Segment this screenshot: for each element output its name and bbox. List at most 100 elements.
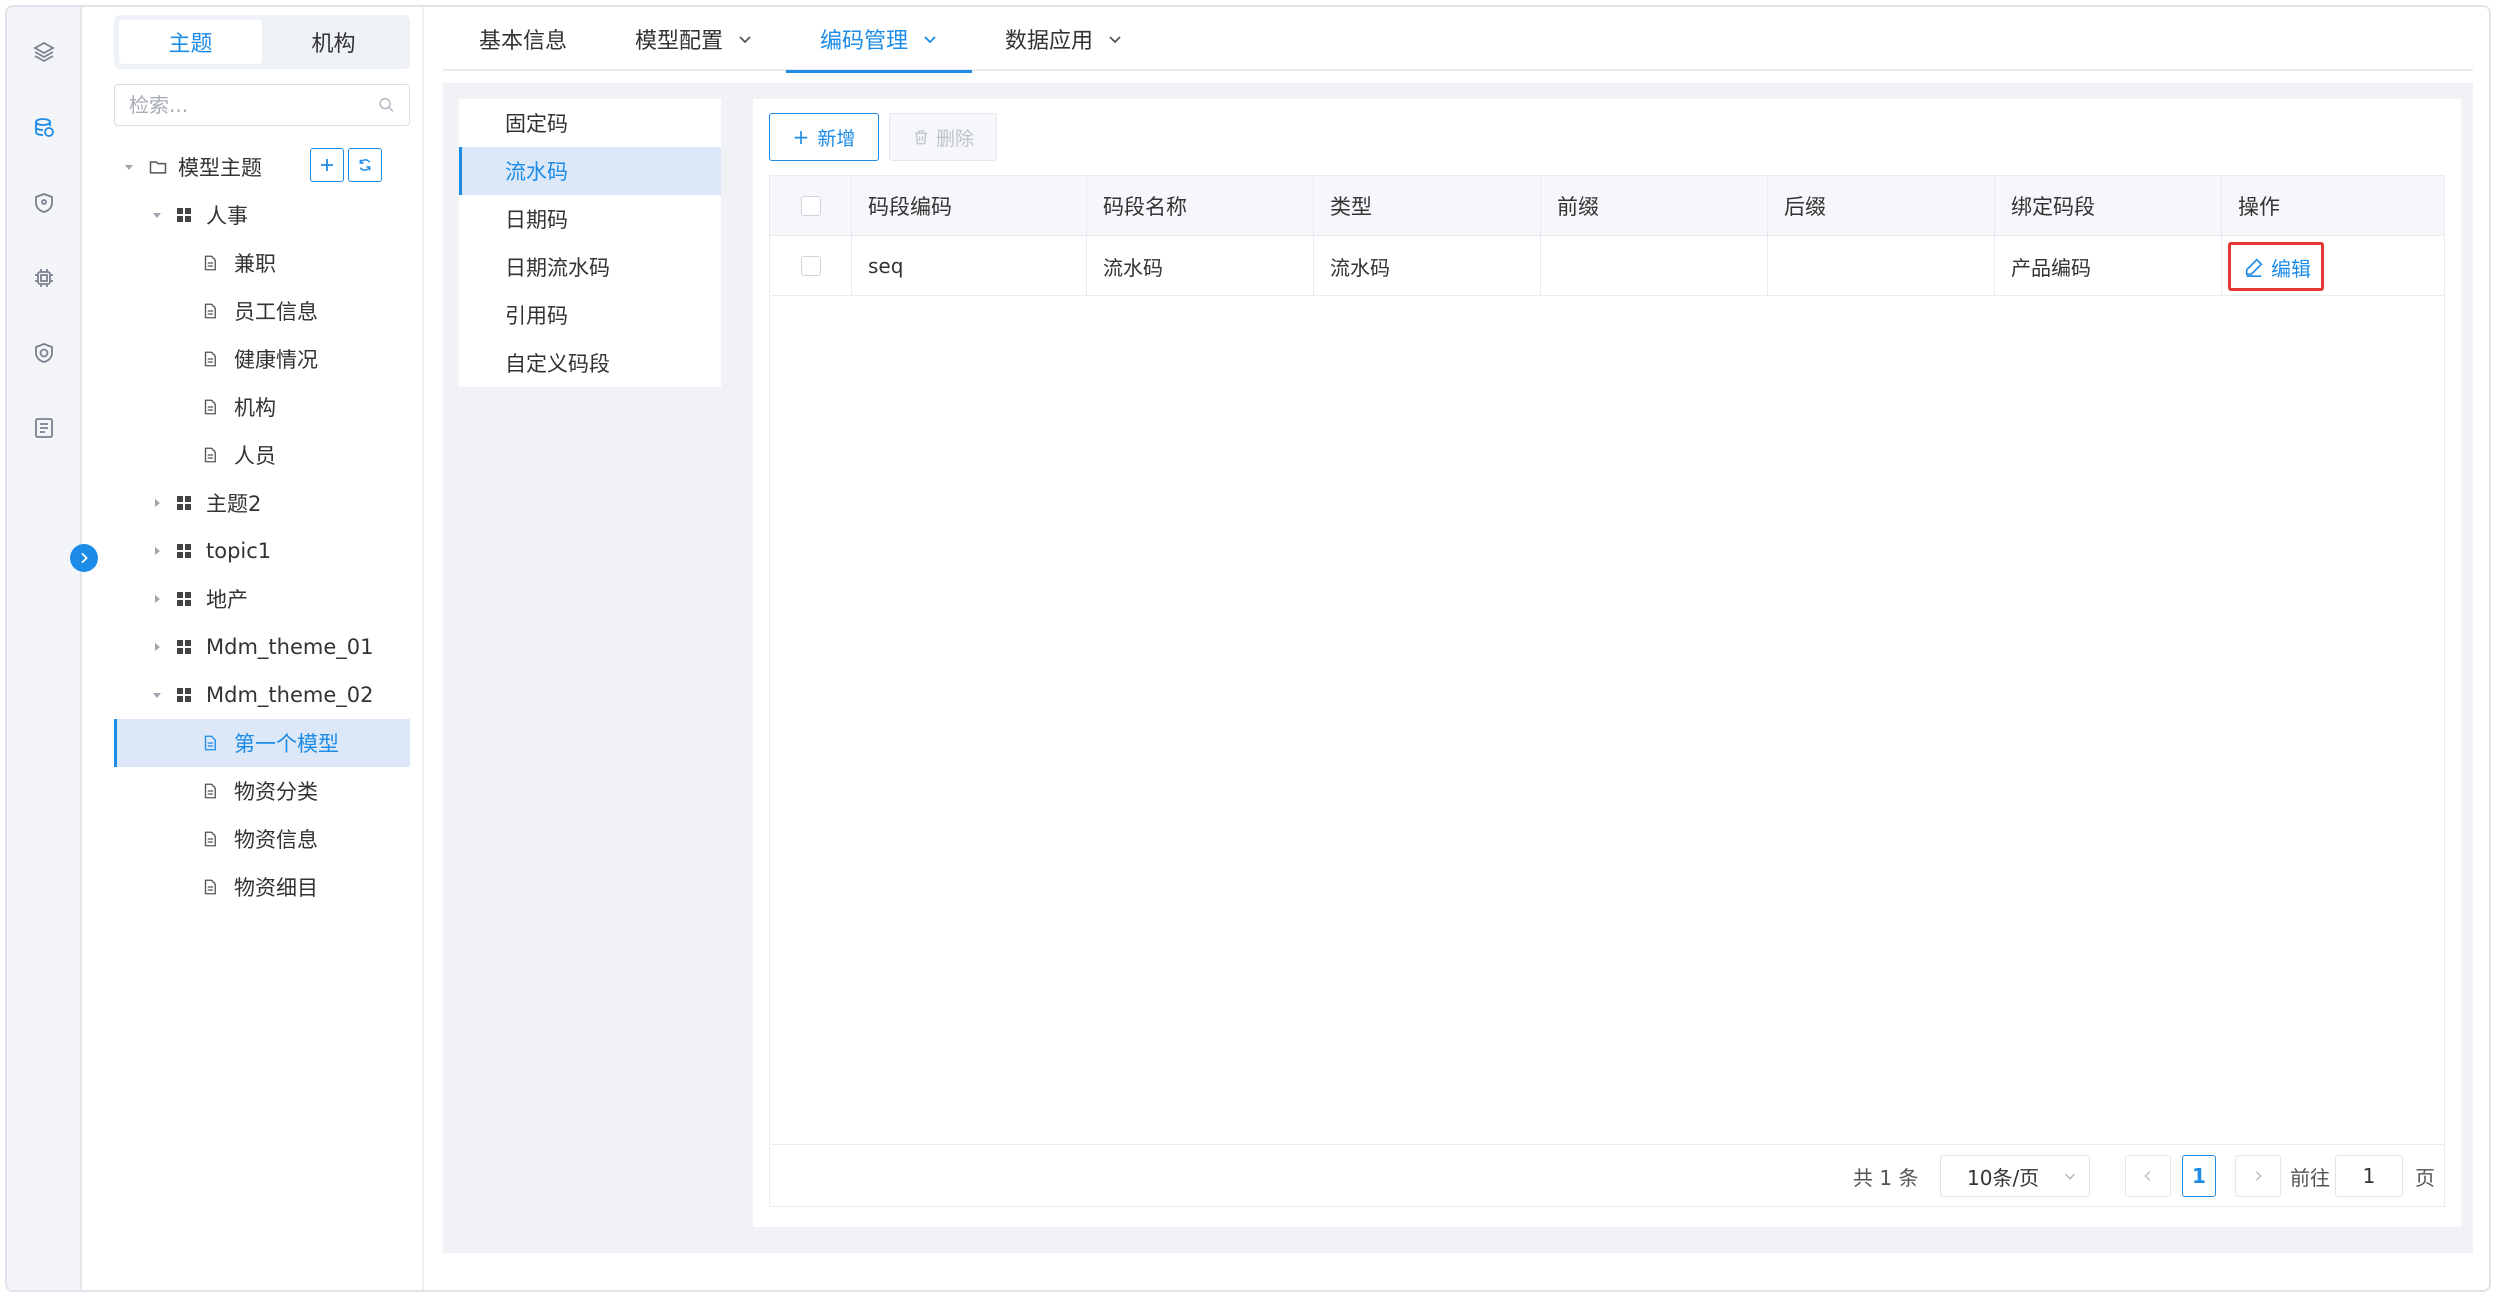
tab-data-application[interactable]: 数据应用 [1005,7,1123,71]
goto-label: 前往 [2290,1165,2330,1190]
icon-rail [7,7,82,1290]
tree-leaf-label: 物资信息 [234,828,318,852]
tree-leaf[interactable]: 人员 [114,431,410,479]
column-header: 码段名称 [1087,176,1314,236]
segment-org[interactable]: 机构 [262,20,405,64]
tab-basic-info[interactable]: 基本信息 [479,7,567,71]
tree-root-label: 模型主题 [178,156,262,180]
select-all-checkbox[interactable] [800,196,821,216]
caret-right-icon[interactable] [150,496,164,510]
document-icon [200,829,220,849]
tree-node-theme[interactable]: Mdm_theme_02 [114,671,410,719]
chip-icon[interactable] [29,263,59,293]
tree-root[interactable]: 模型主题 [114,143,410,191]
tree-panel: 主题 机构 模型主题 人事 兼职 [84,7,424,1290]
tab-model-config[interactable]: 模型配置 [635,7,753,71]
tree-leaf[interactable]: 机构 [114,383,410,431]
add-button[interactable]: + 新增 [769,113,879,161]
document-icon [200,397,220,417]
menu-item-date-sequence-code[interactable]: 日期流水码 [459,243,721,291]
delete-button[interactable]: 删除 [889,113,997,161]
tree-leaf[interactable]: 物资细目 [114,863,410,911]
tree-node-label: Mdm_theme_01 [206,635,374,659]
folder-icon [148,157,168,177]
tree-node-label: 主题2 [206,492,262,516]
tab-label: 基本信息 [479,29,568,54]
row-checkbox[interactable] [800,256,821,276]
tab-code-management[interactable]: 编码管理 [786,7,972,73]
add-node-button[interactable] [310,148,344,182]
search-input[interactable] [129,93,378,117]
code-list-card: + 新增 删除 码段编码 码段名称 类型 前缀 后缀 绑定码段 操作 seq 流… [753,99,2461,1227]
tree-leaf-label: 员工信息 [234,300,318,324]
tree-leaf-label: 第一个模型 [234,732,339,756]
column-header: 前缀 [1541,176,1768,236]
grid-icon [174,685,194,705]
menu-item-sequence-code[interactable]: 流水码 [459,147,721,195]
layers-icon[interactable] [29,37,59,67]
document-icon [200,733,220,753]
menu-item-reference-code[interactable]: 引用码 [459,291,721,339]
caret-right-icon[interactable] [150,544,164,558]
database-icon[interactable] [29,113,59,143]
security-badge-icon[interactable] [29,338,59,368]
chevron-down-icon [1109,36,1121,44]
document-list-icon[interactable] [29,413,59,443]
search-icon [379,97,394,112]
tree-leaf-label: 物资细目 [234,876,318,900]
tree-leaf[interactable]: 物资信息 [114,815,410,863]
document-icon [200,877,220,897]
top-tabs: 基本信息 模型配置 编码管理 数据应用 [443,7,2473,73]
chevron-down-icon [924,36,936,44]
page-number-current[interactable]: 1 [2182,1155,2216,1197]
active-tab-underline [786,70,972,73]
tree-leaf-selected[interactable]: 第一个模型 [114,719,410,767]
tree-node-theme[interactable]: 主题2 [114,479,410,527]
cell-bound-segment: 产品编码 [1995,236,2222,296]
caret-down-icon[interactable] [122,160,136,174]
delete-button-label: 删除 [935,127,974,150]
grid-icon [174,541,194,561]
tree-leaf-label: 健康情况 [234,348,318,372]
page-size-select[interactable]: 10条/页 [1940,1155,2090,1197]
tree-node-theme[interactable]: Mdm_theme_01 [114,623,410,671]
segment-theme[interactable]: 主题 [119,20,262,64]
tree-node-theme[interactable]: 地产 [114,575,410,623]
document-icon [200,445,220,465]
content-area: 固定码 流水码 日期码 日期流水码 引用码 自定义码段 + 新增 删除 码段编码… [443,83,2473,1253]
tree-leaf[interactable]: 健康情况 [114,335,410,383]
tree-leaf-label: 机构 [234,396,276,420]
goto-page-input[interactable] [2335,1155,2403,1197]
chevron-down-icon [739,36,751,44]
tree-node-theme[interactable]: 人事 [114,191,410,239]
tab-label: 数据应用 [1005,29,1094,54]
code-table: 码段编码 码段名称 类型 前缀 后缀 绑定码段 操作 seq 流水码 流水码 产… [769,175,2445,1207]
expand-sidebar-button[interactable] [70,544,98,572]
tree-node-label: 地产 [206,588,248,612]
next-page-button[interactable] [2235,1155,2281,1197]
cell-prefix [1541,236,1768,296]
prev-page-button[interactable] [2125,1155,2171,1197]
document-icon [200,301,220,321]
tree-leaf[interactable]: 物资分类 [114,767,410,815]
refresh-tree-button[interactable] [348,148,382,182]
menu-item-fixed-code[interactable]: 固定码 [459,99,721,147]
chevron-down-icon [2065,1173,2075,1180]
caret-down-icon[interactable] [150,208,164,222]
menu-item-custom-segment[interactable]: 自定义码段 [459,339,721,387]
edit-button[interactable]: 编辑 [2228,241,2324,291]
code-type-menu: 固定码 流水码 日期码 日期流水码 引用码 自定义码段 [459,99,721,387]
tree-leaf[interactable]: 员工信息 [114,287,410,335]
add-button-label: 新增 [817,127,856,150]
document-icon [200,253,220,273]
menu-item-date-code[interactable]: 日期码 [459,195,721,243]
caret-right-icon[interactable] [150,640,164,654]
tree-leaf[interactable]: 兼职 [114,239,410,287]
header-checkbox-cell [770,176,852,236]
caret-right-icon[interactable] [150,592,164,606]
caret-down-icon[interactable] [150,688,164,702]
shield-icon[interactable] [29,188,59,218]
edit-label: 编辑 [2271,256,2311,281]
trash-icon [914,130,927,145]
tree-node-theme[interactable]: topic1 [114,527,410,575]
